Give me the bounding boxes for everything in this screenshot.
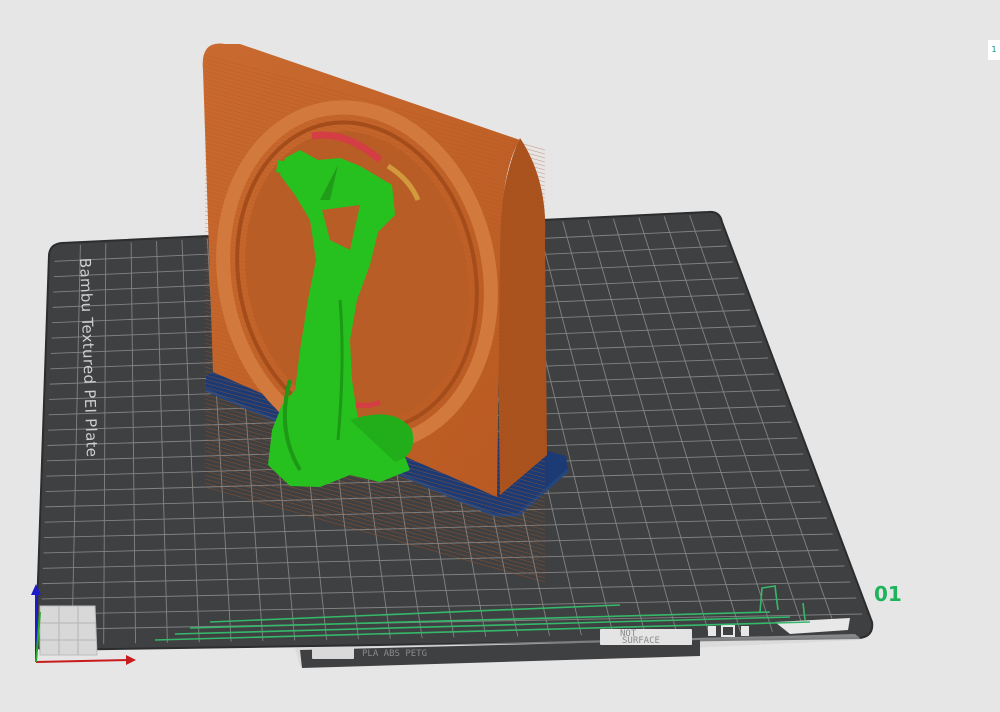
x-axis-arrow-icon: [126, 655, 136, 665]
strip-notice-line2: SURFACE: [622, 636, 660, 646]
3d-viewport[interactable]: Bambu Textured PEI Plate PLA ABS PETG NO…: [0, 0, 1000, 712]
corner-badge[interactable]: 1: [988, 40, 1000, 60]
strip-qr-icon: [312, 647, 354, 659]
strip-material-text: PLA ABS PETG: [362, 649, 427, 659]
x-axis-line: [35, 659, 129, 663]
plate-number[interactable]: 01: [874, 582, 902, 606]
